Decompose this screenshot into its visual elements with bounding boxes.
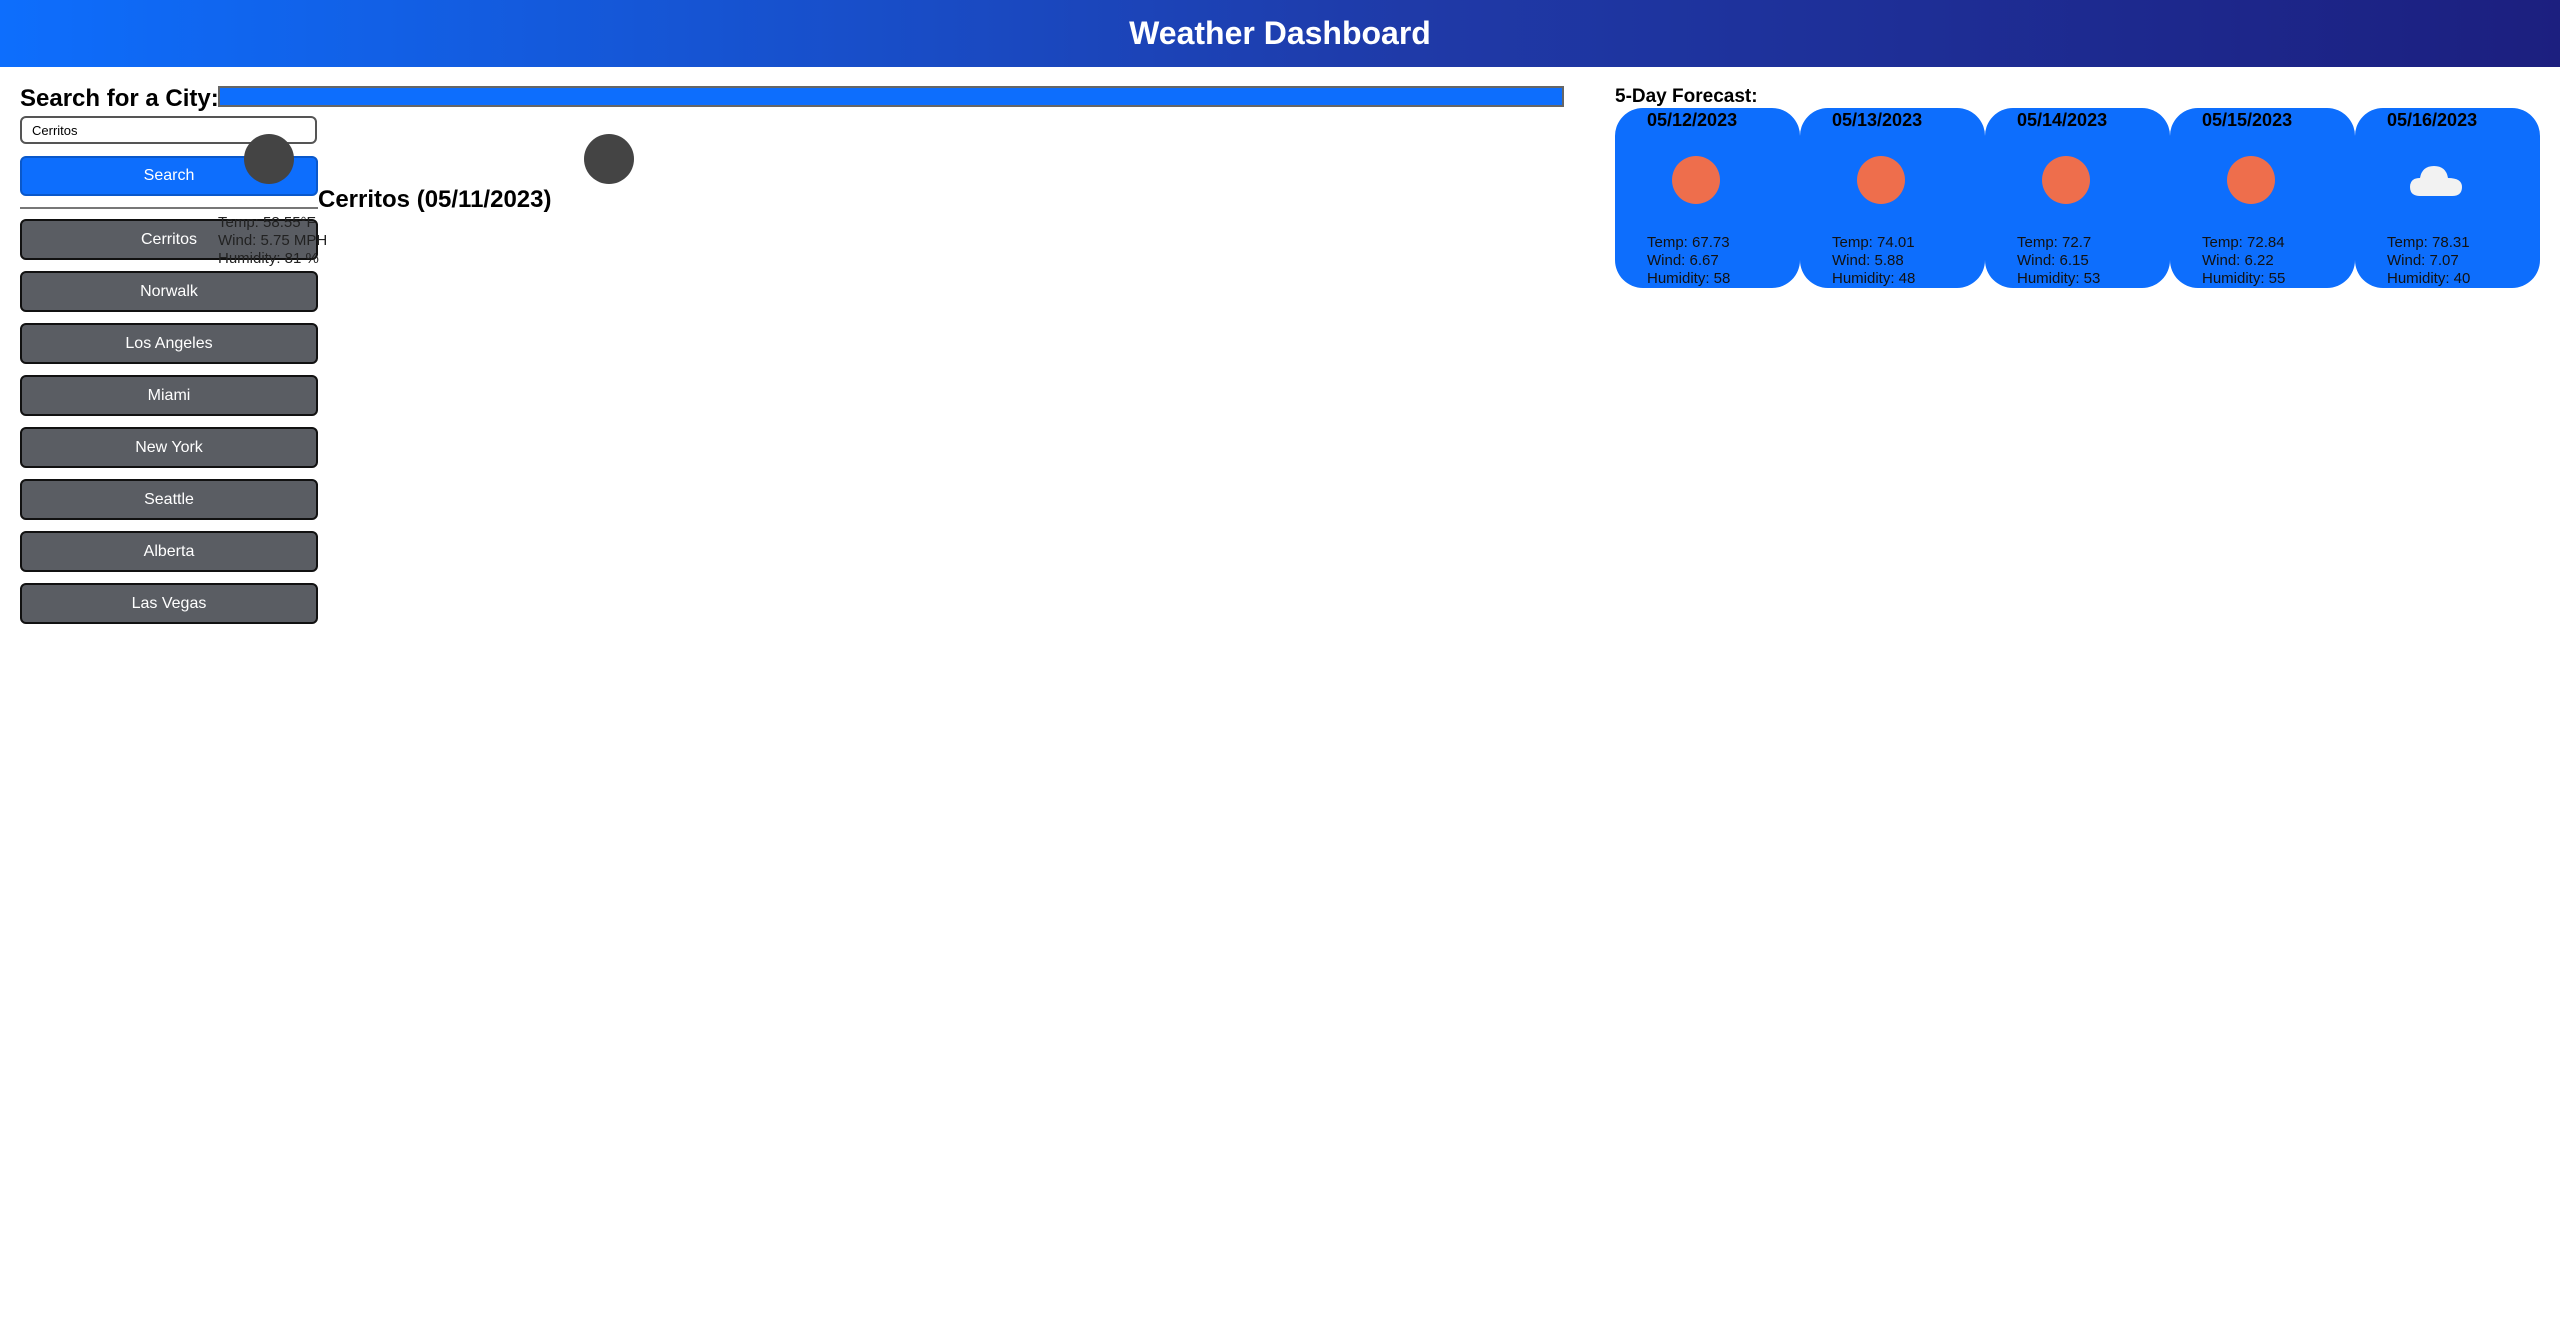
forecast-card: 05/16/2023 Temp: 78.31 Wind: 7.07 Humidi… xyxy=(2355,108,2540,288)
forecast-wind: Wind: 6.15 xyxy=(2017,252,2089,269)
forecast-stats: Temp: 72.84 Wind: 6.22 Humidity: 55 xyxy=(2202,234,2285,288)
forecast-humidity: Humidity: 53 xyxy=(2017,270,2101,287)
forecast-card: 05/12/2023 Temp: 67.73 Wind: 6.67 Humidi… xyxy=(1615,108,1800,288)
forecast-wind: Wind: 7.07 xyxy=(2387,252,2459,269)
forecast-humidity: Humidity: 48 xyxy=(1832,270,1916,287)
forecast-card: 05/14/2023 Temp: 72.7 Wind: 6.15 Humidit… xyxy=(1985,108,2170,288)
current-city-title: Cerritos (05/11/2023) xyxy=(318,186,552,213)
forecast-stats: Temp: 78.31 Wind: 7.07 Humidity: 40 xyxy=(2387,234,2470,288)
forecast-wind: Wind: 6.22 xyxy=(2202,252,2274,269)
forecast-date: 05/12/2023 xyxy=(1647,110,1738,130)
search-history-list: Cerritos Norwalk Los Angeles Miami New Y… xyxy=(20,219,318,635)
forecast-temp: Temp: 74.01 xyxy=(1832,234,1915,251)
header-bar: Weather Dashboard xyxy=(0,0,2560,67)
forecast-stats: Temp: 72.7 Wind: 6.15 Humidity: 53 xyxy=(2017,234,2100,288)
forecast-temp: Temp: 72.84 xyxy=(2202,234,2285,251)
history-city-button[interactable]: Seattle xyxy=(20,479,318,520)
history-city-button[interactable]: New York xyxy=(20,427,318,468)
forecast-date: 05/15/2023 xyxy=(2202,110,2293,130)
forecast-card: 05/15/2023 Temp: 72.84 Wind: 6.22 Humidi… xyxy=(2170,108,2355,288)
forecast-temp: Temp: 67.73 xyxy=(1647,234,1730,251)
current-weather-box xyxy=(218,86,1564,107)
sun-icon xyxy=(2227,156,2275,204)
forecast-stats: Temp: 67.73 Wind: 6.67 Humidity: 58 xyxy=(1647,234,1730,288)
forecast-date: 05/13/2023 xyxy=(1832,110,1923,130)
history-city-button[interactable]: Norwalk xyxy=(20,271,318,312)
forecast-wind: Wind: 6.67 xyxy=(1647,252,1719,269)
current-wind: Wind: 5.75 MPH xyxy=(218,232,328,249)
page-title: Weather Dashboard xyxy=(1129,15,1431,51)
forecast-stats: Temp: 74.01 Wind: 5.88 Humidity: 48 xyxy=(1832,234,1915,288)
current-stats: Temp: 58.55°F Wind: 5.75 MPH Humidity: 8… xyxy=(218,214,327,268)
divider xyxy=(20,207,318,209)
forecast-date: 05/14/2023 xyxy=(2017,110,2108,130)
forecast-temp: Temp: 78.31 xyxy=(2387,234,2470,251)
search-label: Search for a City: xyxy=(20,85,219,112)
history-city-button[interactable]: Los Angeles xyxy=(20,323,318,364)
forecast-label: 5-Day Forecast: xyxy=(1615,86,1758,107)
history-city-button[interactable]: Las Vegas xyxy=(20,583,318,624)
history-city-button[interactable]: Alberta xyxy=(20,531,318,572)
current-humidity: Humidity: 81 % xyxy=(218,250,319,267)
forecast-row: 05/12/2023 Temp: 67.73 Wind: 6.67 Humidi… xyxy=(1615,108,2540,288)
forecast-wind: Wind: 5.88 xyxy=(1832,252,1904,269)
sun-icon xyxy=(1857,156,1905,204)
forecast-humidity: Humidity: 40 xyxy=(2387,270,2471,287)
forecast-humidity: Humidity: 55 xyxy=(2202,270,2286,287)
weather-icon-placeholder xyxy=(244,134,294,184)
forecast-date: 05/16/2023 xyxy=(2387,110,2478,130)
current-temp: Temp: 58.55°F xyxy=(218,214,316,231)
cloud-icon xyxy=(2410,156,2462,204)
sun-icon xyxy=(2042,156,2090,204)
forecast-temp: Temp: 72.7 xyxy=(2017,234,2092,251)
sun-icon xyxy=(1672,156,1720,204)
weather-icon-placeholder xyxy=(584,134,634,184)
forecast-humidity: Humidity: 58 xyxy=(1647,270,1731,287)
forecast-card: 05/13/2023 Temp: 74.01 Wind: 5.88 Humidi… xyxy=(1800,108,1985,288)
history-city-button[interactable]: Miami xyxy=(20,375,318,416)
